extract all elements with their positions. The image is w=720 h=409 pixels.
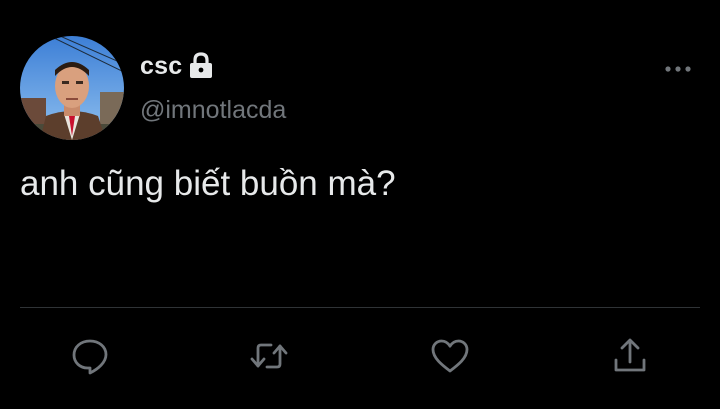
share-icon <box>614 338 646 372</box>
more-icon <box>665 66 691 72</box>
retweet-icon <box>250 343 288 369</box>
avatar-image <box>20 36 124 140</box>
tweet-card: csc @imnotlacda anh cũng biết buồn mà? <box>0 0 720 409</box>
like-button[interactable] <box>430 336 470 376</box>
display-name-row: csc <box>140 50 214 82</box>
share-button[interactable] <box>610 336 650 376</box>
more-options-button[interactable] <box>660 56 696 82</box>
display-name[interactable]: csc <box>140 52 182 81</box>
lock-icon <box>188 52 214 80</box>
reply-icon <box>72 339 108 375</box>
heart-icon <box>431 339 469 373</box>
user-handle[interactable]: @imnotlacda <box>140 96 286 125</box>
retweet-button[interactable] <box>249 336 289 376</box>
tweet-text: anh cũng biết buồn mà? <box>20 164 396 203</box>
avatar[interactable] <box>20 36 124 140</box>
reply-button[interactable] <box>70 336 110 376</box>
divider <box>20 307 700 308</box>
